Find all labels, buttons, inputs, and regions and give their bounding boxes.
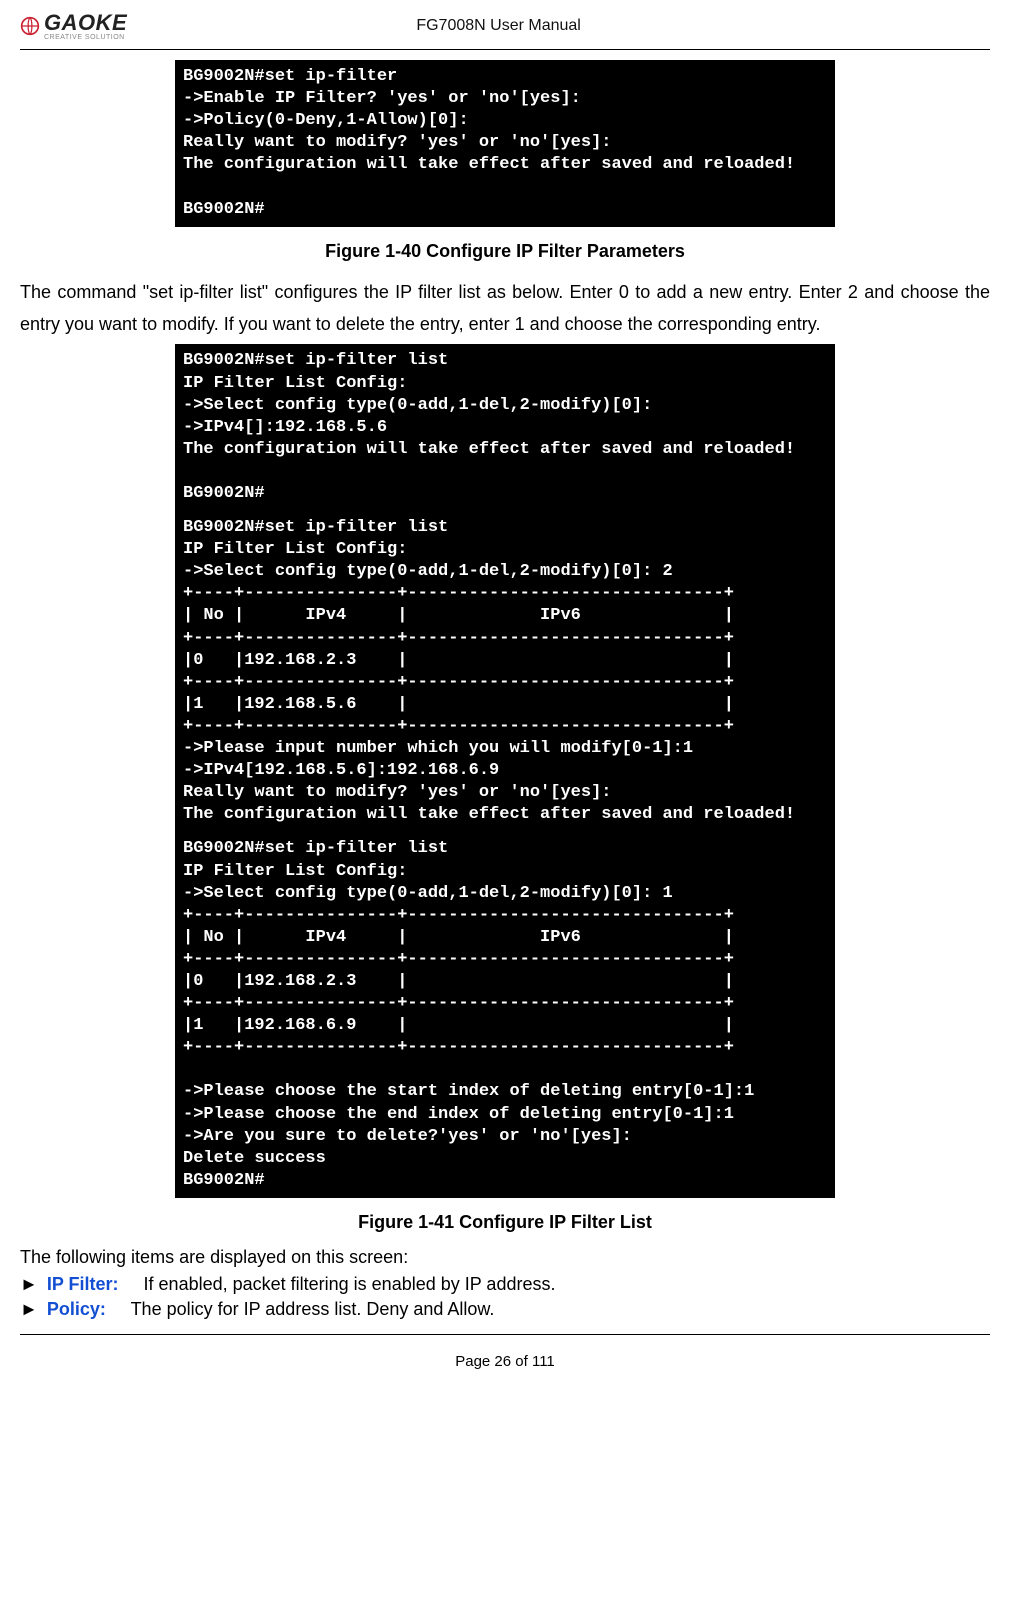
- terminal-block-2: BG9002N#set ip-filter list IP Filter Lis…: [175, 344, 835, 1197]
- item-desc-policy: The policy for IP address list. Deny and…: [131, 1299, 495, 1319]
- body-paragraph-1: The command "set ip-filter list" configu…: [20, 276, 990, 341]
- figure-caption-1: Figure 1-40 Configure IP Filter Paramete…: [20, 241, 990, 262]
- figure-caption-2: Figure 1-41 Configure IP Filter List: [20, 1212, 990, 1233]
- item-label-policy: Policy:: [47, 1299, 106, 1319]
- item-label-ip-filter: IP Filter:: [47, 1274, 119, 1294]
- header-divider: [20, 49, 990, 50]
- terminal-block-1: BG9002N#set ip-filter ->Enable IP Filter…: [175, 60, 835, 227]
- footer-divider: [20, 1334, 990, 1335]
- items-intro: The following items are displayed on thi…: [20, 1247, 990, 1268]
- item-line-policy: ► Policy: The policy for IP address list…: [20, 1299, 990, 1320]
- logo-text-block: GAOKE CREATIVE SOLUTION: [44, 10, 127, 41]
- terminal-output-1: BG9002N#set ip-filter ->Enable IP Filter…: [175, 60, 835, 227]
- logo: GAOKE CREATIVE SOLUTION: [20, 10, 127, 41]
- logo-main: GAOKE: [44, 10, 127, 36]
- header-row: GAOKE CREATIVE SOLUTION FG7008N User Man…: [20, 10, 990, 47]
- item-line-ip-filter: ► IP Filter: If enabled, packet filterin…: [20, 1274, 990, 1295]
- doc-title: FG7008N User Manual: [127, 17, 870, 35]
- terminal-output-3: BG9002N#set ip-filter list IP Filter Lis…: [175, 511, 835, 832]
- globe-icon: [20, 16, 40, 36]
- bullet-icon: ►: [20, 1299, 38, 1319]
- item-desc-ip-filter: If enabled, packet filtering is enabled …: [144, 1274, 556, 1294]
- page-number: Page 26 of 111: [20, 1353, 990, 1370]
- terminal-output-2: BG9002N#set ip-filter list IP Filter Lis…: [175, 344, 835, 511]
- logo-sub: CREATIVE SOLUTION: [44, 34, 127, 41]
- bullet-icon: ►: [20, 1274, 38, 1294]
- terminal-output-4: BG9002N#set ip-filter list IP Filter Lis…: [175, 832, 835, 1198]
